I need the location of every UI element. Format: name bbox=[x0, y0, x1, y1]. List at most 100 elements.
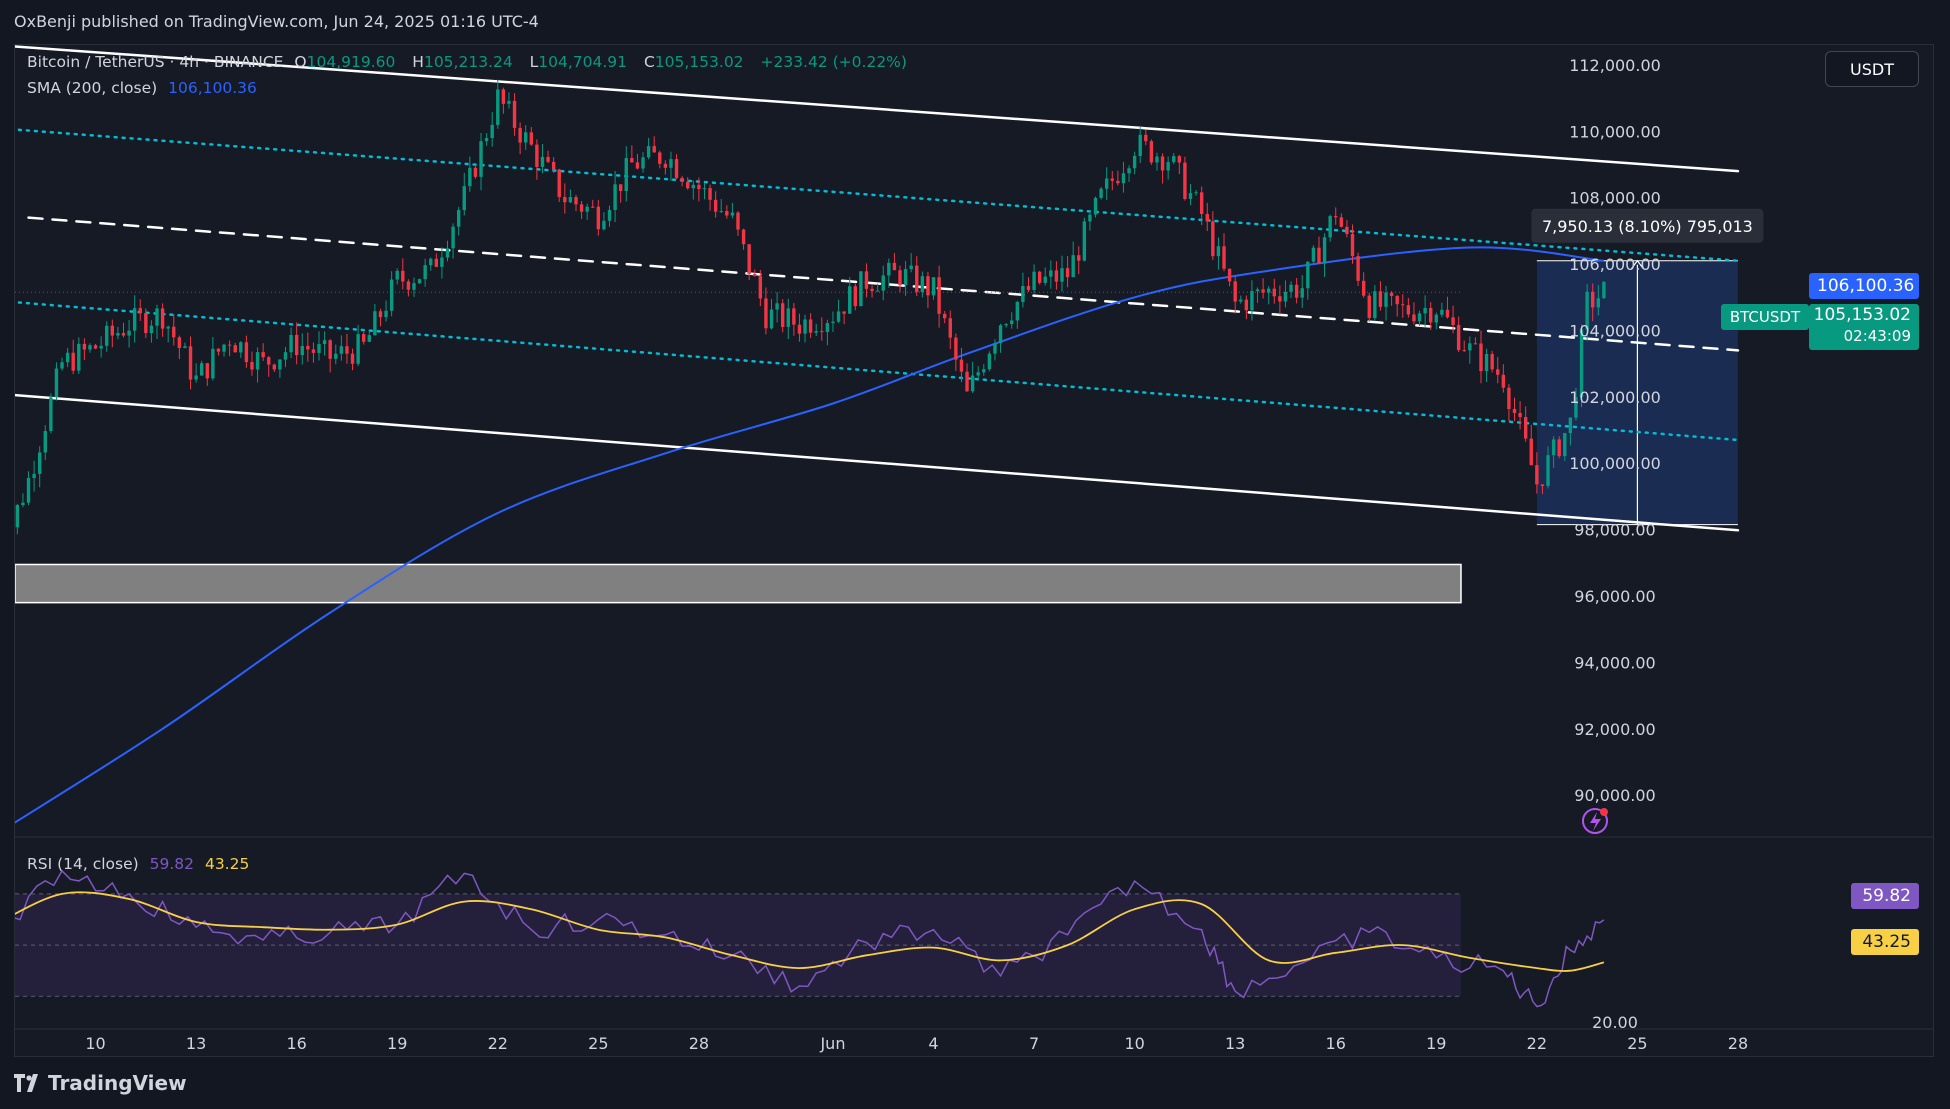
time-tick-label: 19 bbox=[1426, 1034, 1446, 1053]
currency-button[interactable]: USDT bbox=[1825, 51, 1919, 87]
candle-body bbox=[177, 337, 182, 348]
candle-body bbox=[1205, 213, 1209, 222]
candle-body bbox=[155, 308, 159, 326]
candle-body bbox=[887, 262, 891, 276]
candle-body bbox=[1121, 173, 1126, 184]
candle-body bbox=[1356, 256, 1360, 281]
candle-body bbox=[630, 158, 634, 163]
price-tick-label: 94,000.00 bbox=[1574, 653, 1655, 672]
candle-body bbox=[1138, 134, 1142, 156]
candle-body bbox=[518, 127, 522, 143]
candle-body bbox=[1591, 291, 1595, 308]
candle-body bbox=[769, 309, 774, 329]
alert-dot bbox=[1600, 808, 1608, 816]
price-tick-label: 100,000.00 bbox=[1569, 454, 1661, 473]
candle-body bbox=[239, 342, 243, 353]
candle-body bbox=[507, 100, 511, 104]
candle-body bbox=[1250, 291, 1254, 311]
candle-body bbox=[456, 210, 461, 227]
candle-body bbox=[490, 124, 494, 138]
rsi-price-tag: 59.82 bbox=[1851, 883, 1919, 909]
candle-body bbox=[1211, 221, 1215, 257]
candle-body bbox=[725, 211, 729, 216]
candle-body bbox=[496, 89, 500, 125]
candle-body bbox=[1367, 295, 1371, 319]
candle-body bbox=[183, 346, 187, 348]
candle-body bbox=[294, 334, 299, 356]
support-zone bbox=[15, 563, 1462, 604]
candle-body bbox=[429, 258, 433, 266]
candle-body bbox=[144, 313, 148, 334]
candle-body bbox=[982, 369, 986, 373]
candle-body bbox=[1294, 284, 1299, 298]
candle-body bbox=[1596, 298, 1601, 308]
candle-body bbox=[261, 352, 265, 358]
candle-body bbox=[121, 333, 126, 336]
candle-body bbox=[205, 363, 209, 379]
candle-body bbox=[389, 279, 394, 311]
candle-body bbox=[250, 362, 254, 370]
candle-body bbox=[1395, 295, 1399, 305]
candle-body bbox=[1373, 291, 1377, 319]
candle-body bbox=[1004, 324, 1008, 326]
candle-body bbox=[322, 340, 327, 345]
candle-body bbox=[82, 343, 87, 350]
time-tick-label: 13 bbox=[1225, 1034, 1245, 1053]
candle-body bbox=[272, 364, 277, 370]
candle-body bbox=[1216, 246, 1221, 257]
candle-body bbox=[574, 197, 578, 205]
candle-body bbox=[462, 186, 466, 211]
candle-body bbox=[775, 303, 779, 310]
sma-label[interactable]: SMA (200, close) bbox=[27, 79, 157, 97]
price-tick-label: 104,000.00 bbox=[1569, 321, 1661, 340]
candle-body bbox=[362, 334, 366, 342]
candle-body bbox=[244, 342, 249, 363]
candle-body bbox=[423, 265, 427, 280]
candle-body bbox=[1194, 192, 1198, 194]
candle-body bbox=[445, 248, 450, 258]
time-tick-label: 16 bbox=[286, 1034, 306, 1053]
candle-body bbox=[222, 344, 226, 352]
candle-body bbox=[1445, 309, 1450, 318]
sma-200-line bbox=[15, 246, 1605, 824]
chart-area[interactable]: 112,000.00 110,000.00 108,000.00 106,000.00… bbox=[14, 44, 1934, 1057]
candle-body bbox=[373, 311, 377, 336]
candle-body bbox=[1507, 387, 1511, 410]
candle-body bbox=[613, 184, 617, 210]
candle-body bbox=[345, 346, 349, 354]
chart-svg[interactable]: 112,000.00 110,000.00 108,000.00 106,000.00… bbox=[15, 45, 1933, 1056]
candle-body bbox=[1054, 270, 1059, 282]
candle-body bbox=[658, 152, 662, 164]
footer-brand[interactable]: TradingView bbox=[48, 1071, 187, 1095]
candle-body bbox=[1060, 268, 1064, 282]
symbol-title[interactable]: Bitcoin / TetherUS · 4h · BINANCE bbox=[27, 53, 283, 71]
candle-body bbox=[339, 346, 344, 354]
candle-body bbox=[920, 276, 925, 293]
rsi-legend: RSI (14, close) 59.82 43.25 bbox=[27, 855, 255, 873]
rsi-label[interactable]: RSI (14, close) bbox=[27, 855, 139, 873]
candle-body bbox=[1361, 280, 1366, 296]
candle-body bbox=[395, 270, 399, 280]
publisher-header: OxBenji published on TradingView.com, Ju… bbox=[0, 0, 1950, 44]
candle-body bbox=[300, 345, 304, 356]
candle-body bbox=[1429, 307, 1433, 323]
candle-body bbox=[54, 368, 59, 398]
candle-body bbox=[948, 318, 952, 338]
channel-lower bbox=[15, 393, 1740, 532]
time-tick-label: 19 bbox=[387, 1034, 407, 1053]
candle-body bbox=[596, 206, 601, 230]
candle-body bbox=[579, 204, 584, 212]
rsi-ma-legend-value: 43.25 bbox=[204, 855, 250, 873]
candle-body bbox=[1077, 255, 1081, 261]
publisher-text: OxBenji published on TradingView.com, Ju… bbox=[14, 12, 539, 31]
candle-body bbox=[1490, 353, 1494, 370]
candle-body bbox=[853, 286, 858, 307]
candle-body bbox=[1244, 299, 1249, 311]
ohlc-close: C105,153.02 bbox=[643, 53, 744, 71]
candle-body bbox=[909, 265, 913, 270]
candle-body bbox=[43, 431, 47, 453]
candle-body bbox=[870, 288, 874, 291]
candle-body bbox=[1434, 314, 1438, 323]
candle-body bbox=[105, 325, 109, 346]
candle-body bbox=[367, 335, 371, 342]
